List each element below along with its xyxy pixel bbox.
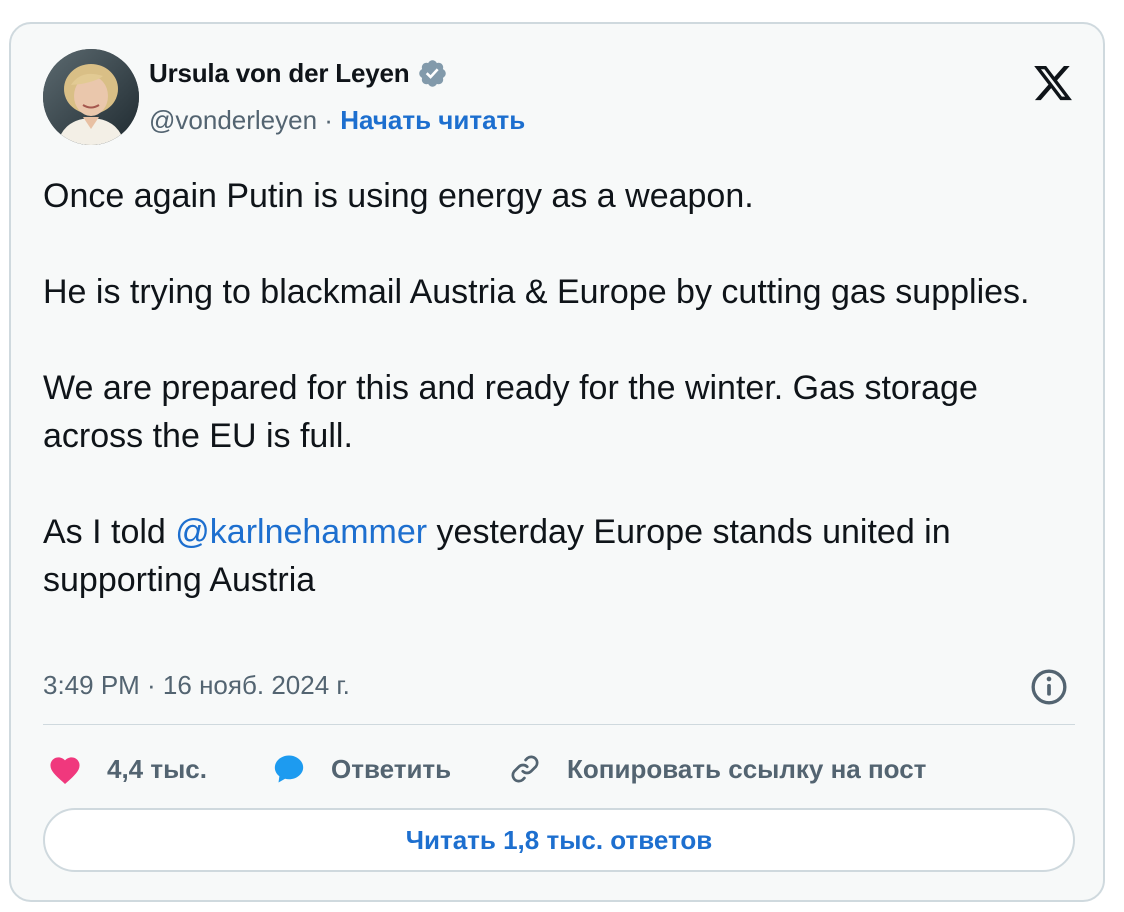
- tweet-paragraph: Once again Putin is using energy as a we…: [43, 177, 754, 215]
- reply-label: Ответить: [331, 753, 452, 784]
- separator-dot: ·: [324, 105, 341, 135]
- x-logo-icon[interactable]: [1030, 62, 1076, 104]
- tweet-paragraph: He is trying to blackmail Austria & Euro…: [43, 273, 1030, 311]
- avatar[interactable]: [43, 49, 139, 145]
- like-button[interactable]: 4,4 тыс.: [47, 753, 271, 785]
- tweet-paragraph: As I told @karlnehammer yesterday Europe…: [43, 508, 1063, 604]
- copy-link-button[interactable]: Копировать ссылку на пост: [507, 751, 926, 787]
- reply-bubble-icon: [274, 755, 304, 783]
- verified-badge-icon: [419, 60, 447, 87]
- mention-link[interactable]: @karlnehammer: [175, 513, 427, 551]
- tweet-card: Ursula von der Leyen @vonderleyen · Нача…: [9, 22, 1105, 902]
- read-replies-button[interactable]: Читать 1,8 тыс. ответов: [43, 808, 1075, 872]
- info-icon[interactable]: [1029, 667, 1069, 707]
- author-handle[interactable]: @vonderleyen: [149, 105, 317, 135]
- tweet-text-segment: As I told: [43, 513, 176, 551]
- tweet-timestamp[interactable]: 3:49 PM · 16 нояб. 2024 г.: [43, 670, 350, 701]
- reply-button[interactable]: Ответить: [271, 752, 507, 786]
- tweet-paragraph: We are prepared for this and ready for t…: [43, 369, 978, 455]
- follow-button[interactable]: Начать читать: [340, 105, 525, 135]
- copy-link-label: Копировать ссылку на пост: [567, 753, 927, 784]
- link-icon: [511, 755, 539, 783]
- tweet-text: Once again Putin is using energy as a we…: [43, 172, 1063, 604]
- author-name[interactable]: Ursula von der Leyen: [149, 58, 410, 89]
- action-bar: 4,4 тыс. Ответить Копировать ссылку на п…: [47, 746, 926, 792]
- author-handle-row: @vonderleyen · Начать читать: [149, 105, 525, 136]
- divider: [43, 724, 1075, 725]
- author-name-row: Ursula von der Leyen: [149, 58, 448, 89]
- heart-icon: [50, 757, 80, 784]
- like-count: 4,4 тыс.: [107, 753, 207, 784]
